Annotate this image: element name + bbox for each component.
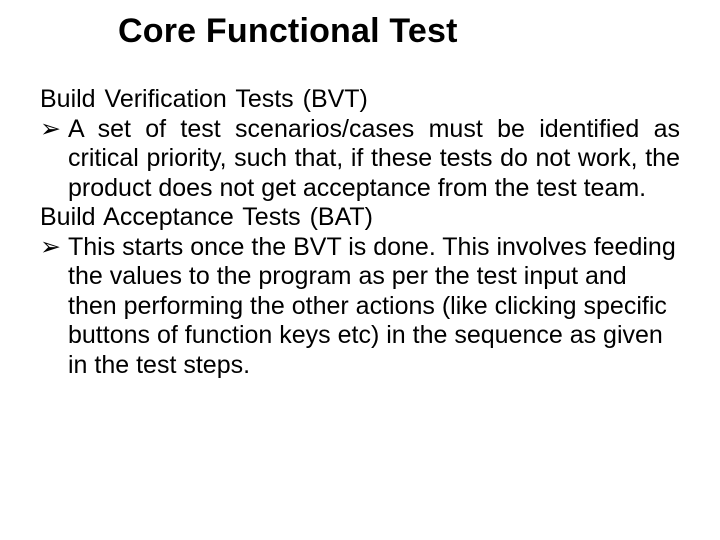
triangle-bullet-icon: ➢ xyxy=(40,115,64,145)
bullet-item-bat: ➢ This starts once the BVT is done. This… xyxy=(40,233,680,381)
triangle-bullet-icon: ➢ xyxy=(40,233,64,263)
slide-body: Build Verification Tests (BVT) ➢ A set o… xyxy=(40,85,680,380)
section-heading-bat: Build Acceptance Tests (BAT) xyxy=(40,203,680,233)
bullet-text-bvt: A set of test scenarios/cases must be id… xyxy=(68,115,680,202)
slide: Core Functional Test Build Verification … xyxy=(0,0,720,540)
bullet-text-bat: This starts once the BVT is done. This i… xyxy=(68,233,676,379)
section-heading-bvt: Build Verification Tests (BVT) xyxy=(40,85,680,115)
slide-title: Core Functional Test xyxy=(118,12,680,51)
bullet-item-bvt: ➢ A set of test scenarios/cases must be … xyxy=(40,115,680,204)
